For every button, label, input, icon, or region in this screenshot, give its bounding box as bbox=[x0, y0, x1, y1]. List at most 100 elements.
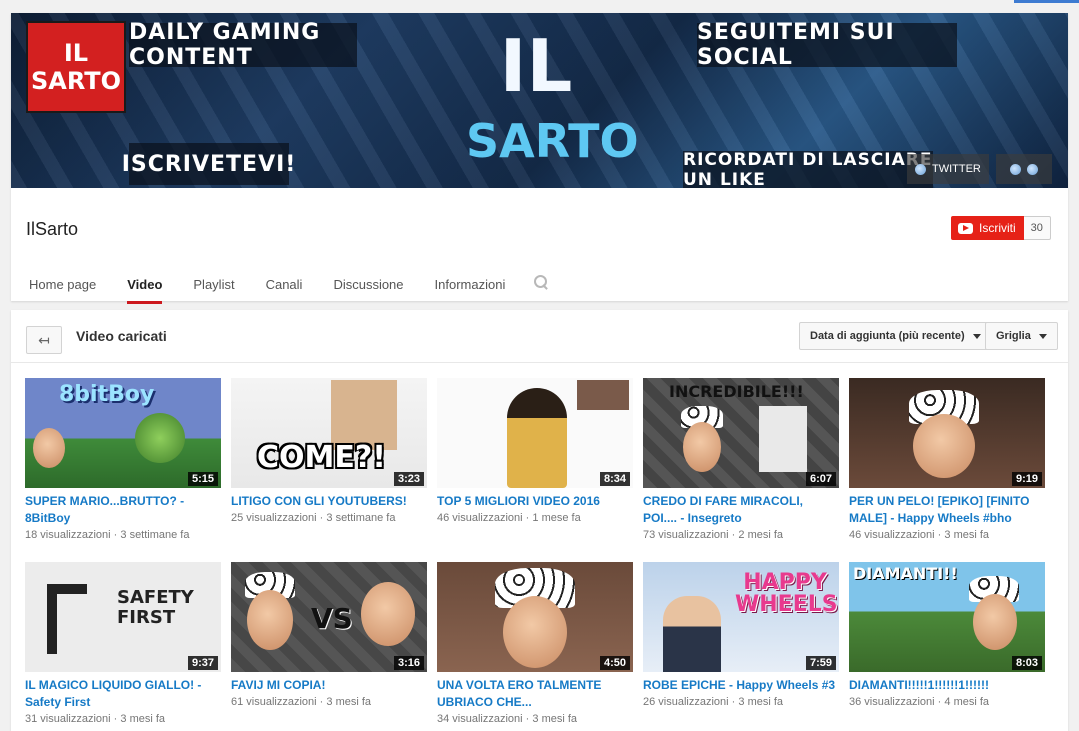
video-thumbnail[interactable]: COME?! 3:23 bbox=[231, 378, 427, 488]
thumbnail-face bbox=[973, 594, 1017, 650]
video-duration: 4:50 bbox=[599, 656, 630, 670]
banner-title-line2: SARTO bbox=[466, 114, 639, 168]
thumbnail-text: COME?! bbox=[257, 440, 386, 475]
video-title[interactable]: PER UN PELO! [EPIKO] [FINITO MALE] - Hap… bbox=[849, 493, 1045, 527]
tab-channels[interactable]: Canali bbox=[266, 263, 303, 301]
video-views: 36 visualizzazioni bbox=[849, 696, 935, 708]
video-meta: 73 visualizzazioni · 2 mesi fa bbox=[643, 529, 784, 541]
video-views: 25 visualizzazioni bbox=[231, 512, 317, 524]
twitter-link[interactable]: TWITTER bbox=[907, 154, 989, 184]
thumbnail-text: DIAMANTI!! bbox=[853, 564, 958, 583]
video-title[interactable]: IL MAGICO LIQUIDO GIALLO! - Safety First bbox=[25, 677, 221, 711]
thumbnail-text: VS bbox=[311, 602, 353, 635]
video-title[interactable]: DIAMANTI!!!!!1!!!!!!1!!!!!! bbox=[849, 677, 1045, 694]
banner-tagline-bottom-right: RICORDATI DI LASCIARE UN LIKE bbox=[683, 149, 933, 188]
video-item[interactable]: 8bitBoy 5:15 SUPER MARIO...BRUTTO? - 8Bi… bbox=[25, 378, 221, 543]
back-button[interactable]: ↤ bbox=[26, 326, 62, 354]
video-title[interactable]: FAVIJ MI COPIA! bbox=[231, 677, 427, 694]
divider bbox=[11, 362, 1068, 363]
logo-line1: IL bbox=[63, 39, 89, 67]
video-thumbnail[interactable]: HAPPY WHEELS 7:59 bbox=[643, 562, 839, 672]
thumbnail-face bbox=[361, 582, 415, 646]
video-thumbnail[interactable]: SAFETY FIRST 9:37 bbox=[25, 562, 221, 672]
tab-discussion[interactable]: Discussione bbox=[333, 263, 403, 301]
banner-tagline-top-left: DAILY GAMING CONTENT bbox=[129, 20, 357, 70]
video-thumbnail[interactable]: 8:34 bbox=[437, 378, 633, 488]
video-age: 4 mesi fa bbox=[944, 696, 990, 708]
thumbnail-monster bbox=[135, 413, 185, 463]
thumbnail-inset bbox=[577, 380, 629, 410]
channel-banner: IL SARTO DAILY GAMING CONTENT SEGUITEMI … bbox=[11, 13, 1068, 188]
globe-icon bbox=[1027, 163, 1038, 175]
uploads-section: ↤ Video caricati Data di aggiunta (più r… bbox=[11, 310, 1068, 731]
banner-title-line1: IL bbox=[499, 24, 573, 108]
tab-home[interactable]: Home page bbox=[29, 263, 96, 301]
video-item[interactable]: VS 3:16 FAVIJ MI COPIA! 61 visualizzazio… bbox=[231, 562, 427, 710]
thumbnail-face bbox=[33, 428, 65, 468]
banner-tagline-bottom-left: ISCRIVETEVI! bbox=[122, 143, 295, 185]
video-item[interactable]: SAFETY FIRST 9:37 IL MAGICO LIQUIDO GIAL… bbox=[25, 562, 221, 727]
tab-video[interactable]: Video bbox=[127, 263, 163, 304]
video-item[interactable]: INCREDIBILE!!! 6:07 CREDO DI FARE MIRACO… bbox=[643, 378, 839, 543]
subscribe-button[interactable]: Iscriviti bbox=[951, 216, 1024, 240]
video-age: 3 mesi fa bbox=[944, 529, 990, 541]
video-thumbnail[interactable]: DIAMANTI!! 8:03 bbox=[849, 562, 1045, 672]
social-links[interactable] bbox=[996, 154, 1052, 184]
video-age: 3 settimane fa bbox=[120, 529, 190, 541]
channel-name[interactable]: IlSarto bbox=[26, 219, 78, 240]
video-item[interactable]: 9:19 PER UN PELO! [EPIKO] [FINITO MALE] … bbox=[849, 378, 1045, 543]
video-duration: 3:23 bbox=[393, 472, 424, 486]
thumbnail-figure bbox=[47, 584, 87, 654]
video-meta: 26 visualizzazioni · 3 mesi fa bbox=[643, 696, 784, 708]
video-meta: 31 visualizzazioni · 3 mesi fa bbox=[25, 713, 166, 725]
video-meta: 46 visualizzazioni · 3 mesi fa bbox=[849, 529, 990, 541]
thumbnail-face bbox=[683, 422, 721, 472]
video-duration: 9:37 bbox=[187, 656, 218, 670]
search-icon[interactable] bbox=[534, 275, 548, 289]
thumbnail-text: HAPPY WHEELS bbox=[735, 570, 838, 617]
globe-icon bbox=[915, 163, 926, 175]
subscribe-widget: Iscriviti 30 bbox=[951, 216, 1051, 240]
video-title[interactable]: TOP 5 MIGLIORI VIDEO 2016 bbox=[437, 493, 633, 510]
sort-dropdown[interactable]: Data di aggiunta (più recente) bbox=[799, 322, 992, 350]
video-thumbnail[interactable]: 4:50 bbox=[437, 562, 633, 672]
video-title[interactable]: CREDO DI FARE MIRACOLI, POI.... - Insegr… bbox=[643, 493, 839, 527]
subscriber-count: 30 bbox=[1023, 216, 1051, 240]
video-meta: 46 visualizzazioni · 1 mese fa bbox=[437, 512, 581, 524]
thumbnail-text: SAFETY FIRST bbox=[117, 587, 194, 628]
video-item[interactable]: 8:34 TOP 5 MIGLIORI VIDEO 2016 46 visual… bbox=[437, 378, 633, 526]
back-arrow-icon: ↤ bbox=[38, 331, 50, 348]
video-meta: 36 visualizzazioni · 4 mesi fa bbox=[849, 696, 990, 708]
video-views: 31 visualizzazioni bbox=[25, 713, 111, 725]
video-views: 46 visualizzazioni bbox=[849, 529, 935, 541]
video-thumbnail[interactable]: 9:19 bbox=[849, 378, 1045, 488]
video-thumbnail[interactable]: INCREDIBILE!!! 6:07 bbox=[643, 378, 839, 488]
thumbnail-face bbox=[247, 590, 293, 650]
video-thumbnail[interactable]: 8bitBoy 5:15 bbox=[25, 378, 221, 488]
video-item[interactable]: DIAMANTI!! 8:03 DIAMANTI!!!!!1!!!!!!1!!!… bbox=[849, 562, 1045, 710]
video-title[interactable]: SUPER MARIO...BRUTTO? - 8BitBoy bbox=[25, 493, 221, 527]
video-title[interactable]: LITIGO CON GLI YOUTUBERS! bbox=[231, 493, 427, 510]
video-age: 3 settimane fa bbox=[326, 512, 396, 524]
video-title[interactable]: UNA VOLTA ERO TALMENTE UBRIACO CHE... bbox=[437, 677, 633, 711]
video-views: 73 visualizzazioni bbox=[643, 529, 729, 541]
channel-header: IL SARTO DAILY GAMING CONTENT SEGUITEMI … bbox=[11, 13, 1068, 304]
channel-tabs: Home page Video Playlist Canali Discussi… bbox=[11, 263, 548, 304]
tab-playlist[interactable]: Playlist bbox=[193, 263, 234, 301]
video-meta: 61 visualizzazioni · 3 mesi fa bbox=[231, 696, 372, 708]
thumbnail-text: INCREDIBILE!!! bbox=[669, 382, 804, 401]
video-age: 3 mesi fa bbox=[738, 696, 784, 708]
video-item[interactable]: HAPPY WHEELS 7:59 ROBE EPICHE - Happy Wh… bbox=[643, 562, 839, 710]
thumbnail-face bbox=[913, 414, 975, 478]
thumbnail-person bbox=[507, 388, 567, 488]
tab-about[interactable]: Informazioni bbox=[435, 263, 506, 301]
section-title: Video caricati bbox=[76, 328, 167, 344]
view-dropdown[interactable]: Griglia bbox=[985, 322, 1058, 350]
video-item[interactable]: COME?! 3:23 LITIGO CON GLI YOUTUBERS! 25… bbox=[231, 378, 427, 526]
video-thumbnail[interactable]: VS 3:16 bbox=[231, 562, 427, 672]
video-age: 3 mesi fa bbox=[326, 696, 372, 708]
video-item[interactable]: 4:50 UNA VOLTA ERO TALMENTE UBRIACO CHE.… bbox=[437, 562, 633, 727]
video-duration: 8:03 bbox=[1011, 656, 1042, 670]
channel-logo: IL SARTO bbox=[26, 21, 126, 113]
video-title[interactable]: ROBE EPICHE - Happy Wheels #3 bbox=[643, 677, 839, 694]
